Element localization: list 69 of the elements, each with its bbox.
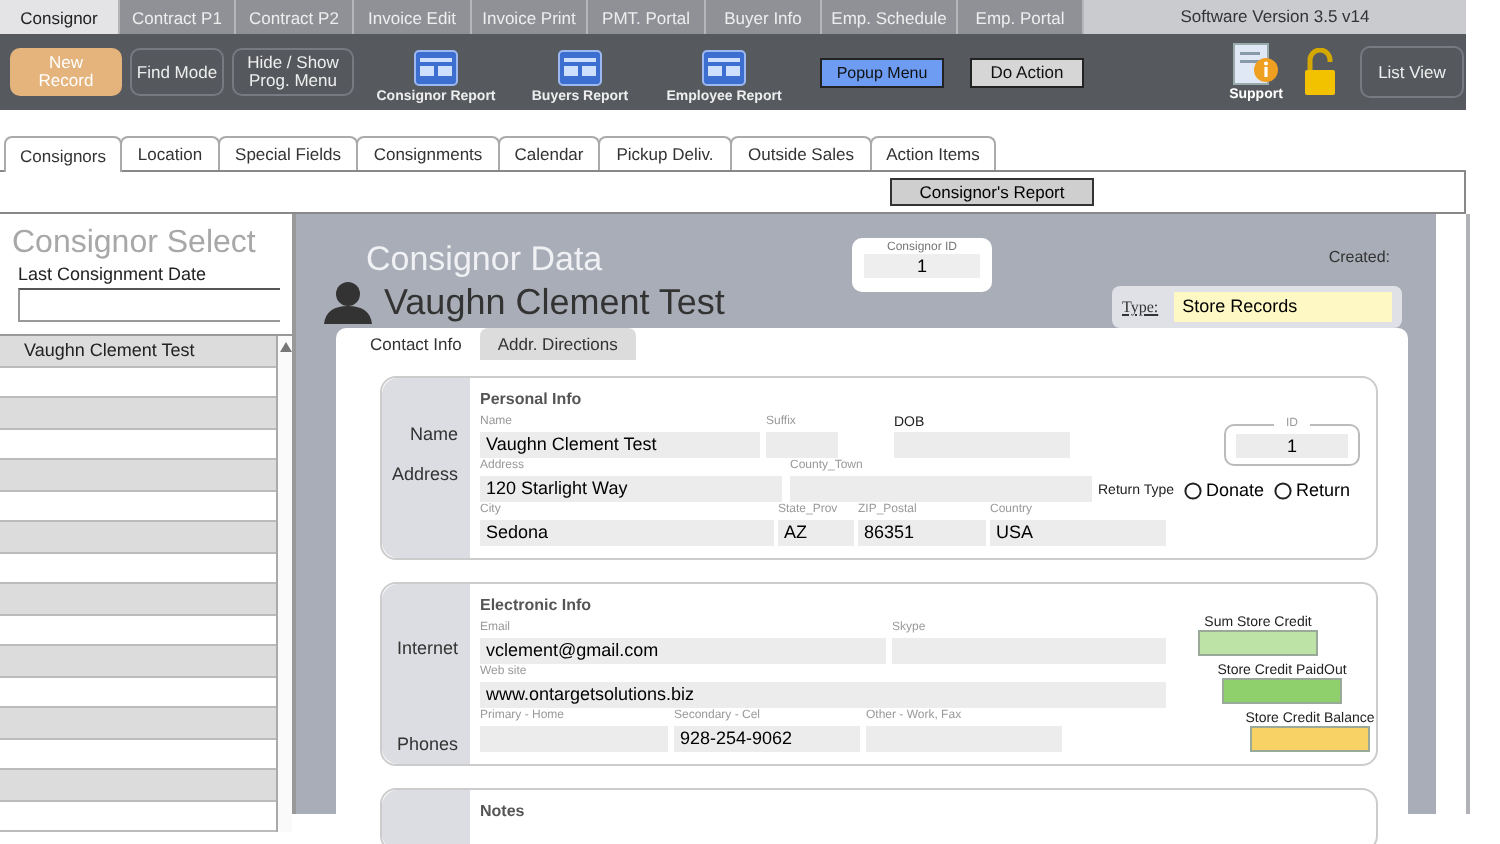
padlock-icon[interactable] (1304, 48, 1336, 96)
up-arrow-icon[interactable] (279, 342, 291, 352)
list-row[interactable] (0, 801, 276, 832)
input-field[interactable]: www.ontargetsolutions.biz (480, 682, 1166, 708)
list-row[interactable] (0, 522, 276, 553)
list-row[interactable] (0, 553, 276, 584)
scrollbar[interactable] (276, 336, 292, 832)
list-row[interactable] (0, 615, 276, 646)
do-action-button[interactable]: Do Action (970, 57, 1084, 87)
type-label: Type: (1122, 298, 1159, 316)
list-row[interactable] (0, 708, 276, 739)
section-tab[interactable]: Special Fields (218, 136, 358, 170)
date-label: Last Consignment Date (18, 264, 209, 284)
report-icon (702, 49, 746, 85)
person-icon (324, 280, 372, 324)
id-field[interactable]: 1 (1236, 433, 1348, 457)
radio-icon[interactable] (1184, 481, 1203, 499)
row-label: Name (409, 424, 458, 444)
toolbar-button[interactable]: Find Mode (130, 48, 224, 96)
list-row[interactable] (0, 429, 276, 460)
consignor-report-button[interactable]: Consignor's Report (890, 178, 1094, 206)
list-row[interactable] (0, 739, 276, 770)
list-row[interactable] (0, 646, 276, 677)
row-label: Address (391, 464, 458, 484)
id-field[interactable]: 1 (864, 254, 980, 278)
list-row[interactable] (0, 460, 276, 491)
version-label: Software Version 3.5 v14 (1178, 4, 1372, 30)
input-field[interactable]: Sedona (480, 520, 774, 546)
input-field[interactable]: AZ (778, 520, 854, 546)
sidebar-title: Consignor Select (12, 226, 258, 262)
document-info-icon (1232, 42, 1280, 86)
form-title: Consignor Data (366, 240, 605, 280)
credit-field[interactable] (1222, 678, 1342, 704)
radio-option[interactable]: Return (1274, 480, 1351, 500)
list-row[interactable] (0, 491, 276, 522)
list-row[interactable] (0, 398, 276, 429)
list-row[interactable] (0, 677, 276, 708)
credit-field[interactable] (1198, 630, 1318, 656)
row-label: Internet (396, 638, 458, 658)
list-view-button[interactable]: List View (1360, 46, 1464, 98)
list-row[interactable] (0, 770, 276, 801)
row-label: Phones (396, 734, 458, 754)
label-column (382, 790, 470, 844)
list-row[interactable] (0, 367, 276, 398)
report-icon (558, 49, 602, 85)
section-tab[interactable]: Action Items (870, 136, 996, 170)
section-tab[interactable]: Pickup Deliv. (598, 136, 732, 170)
input-field[interactable]: vclement@gmail.com (480, 638, 886, 664)
report-icon (414, 49, 458, 85)
toolbar-button[interactable]: Hide / Show Prog. Menu (232, 48, 354, 96)
list-row[interactable] (0, 584, 276, 615)
input-field[interactable]: USA (990, 520, 1166, 546)
date-field[interactable] (18, 288, 280, 322)
input-field[interactable]: Vaughn Clement Test (480, 432, 760, 458)
popup-menu-button[interactable]: Popup Menu (820, 57, 944, 87)
type-dropdown[interactable]: Store Records (1174, 292, 1392, 322)
input-field[interactable]: 120 Starlight Way (480, 476, 782, 502)
top-tab[interactable]: Consignor (0, 0, 120, 34)
radio-icon[interactable] (1274, 481, 1293, 499)
credit-field[interactable] (1250, 726, 1370, 752)
form-tab[interactable]: Addr. Directions (479, 328, 636, 360)
consignor-name: Vaughn Clement Test (384, 282, 725, 324)
input-field[interactable]: 86351 (858, 520, 986, 546)
list-row[interactable]: Vaughn Clement Test (0, 336, 276, 367)
created-label: Created: (1328, 248, 1390, 266)
input-field[interactable]: 928-254-9062 (674, 726, 860, 752)
section-tab[interactable]: Consignments (356, 136, 500, 170)
section-tab[interactable]: Consignors (4, 136, 122, 172)
radio-option[interactable]: Donate (1184, 480, 1265, 500)
